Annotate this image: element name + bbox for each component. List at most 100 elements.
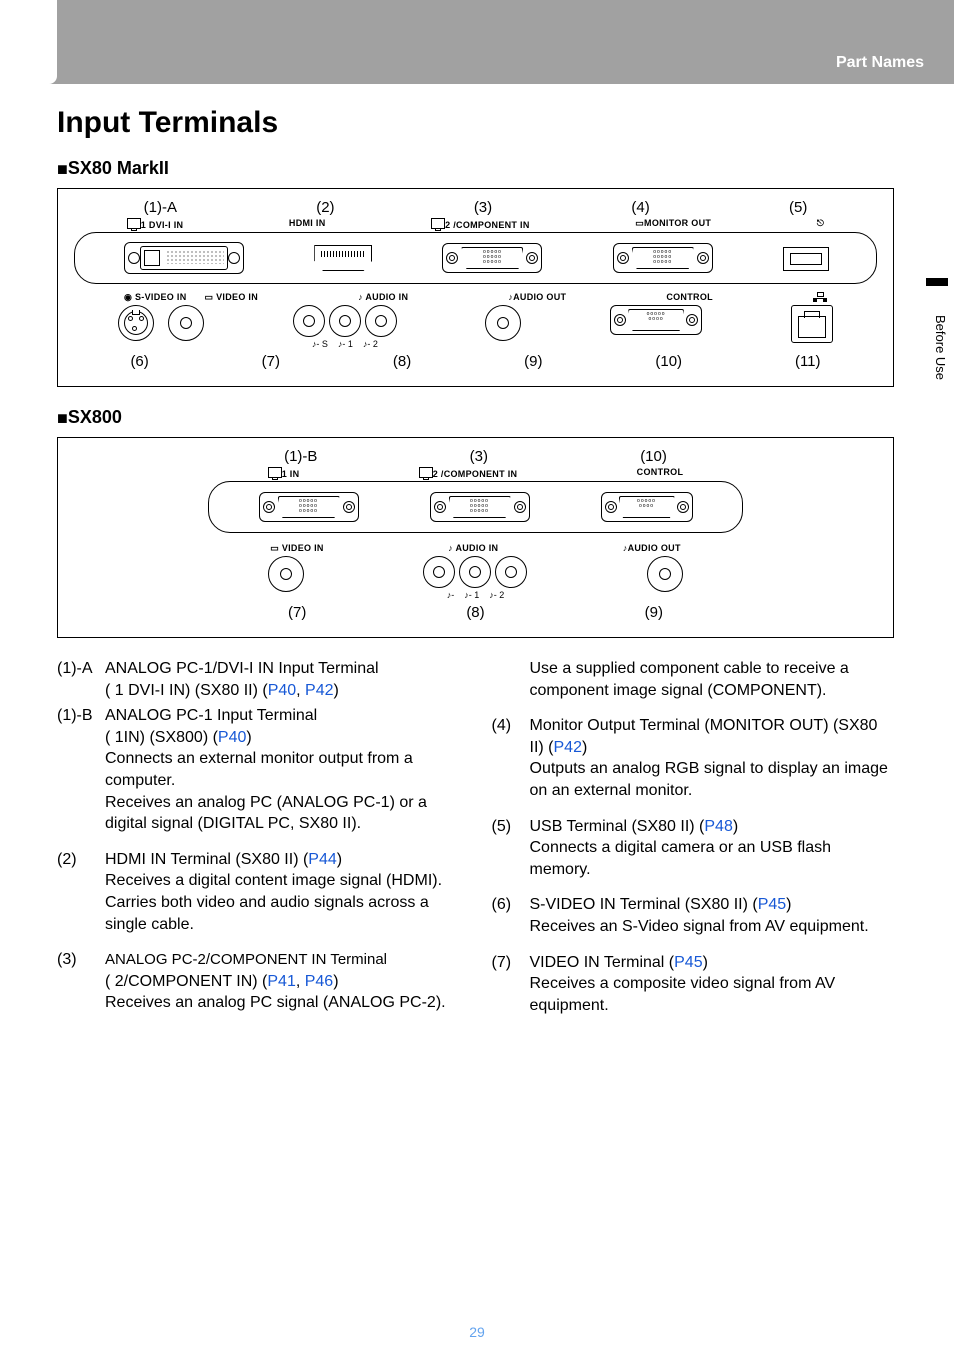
usb-icon: ⎋ (817, 218, 824, 230)
callout: (10) (640, 448, 667, 465)
desc-item-4: (4) Monitor Output Terminal (MONITOR OUT… (492, 715, 895, 801)
callout: (5) (789, 199, 807, 216)
descriptions: (1)-A ANALOG PC-1/DVI-I IN Input Termina… (57, 658, 894, 1030)
desc-item-6: (6) S-VIDEO IN Terminal (SX80 II) (P45) … (492, 894, 895, 937)
diagram-b-top-callouts: (1)-B (3) (10) (208, 448, 743, 465)
page-link[interactable]: P46 (305, 973, 333, 990)
port-label: AUDIO OUT (513, 292, 566, 302)
section-label: Part Names (836, 54, 924, 72)
rca-connector-icon (647, 556, 683, 592)
port-label: MONITOR OUT (644, 218, 711, 228)
port-label: 2 /COMPONENT IN (445, 220, 530, 230)
desc-item-1b: (1)-B ANALOG PC-1 Input Terminal ( 1IN) … (57, 705, 460, 835)
diagram-b-bottom-connectors: ♪-♪- 1♪- 2 (208, 556, 743, 600)
diagram-a-bottom-callouts: (6) (7) (8) (9) (10) (11) (74, 353, 877, 370)
monitor-icon (431, 218, 445, 229)
item-number: (2) (57, 849, 105, 871)
port-label: AUDIO IN (365, 292, 408, 302)
page: Part Names Before Use Input Terminals ■S… (0, 0, 954, 1352)
callout: (2) (316, 199, 334, 216)
dsub-connector-icon: ooooooooooooooo (613, 243, 713, 273)
port-label: HDMI IN (289, 218, 326, 230)
rca-triple-icon (293, 305, 397, 337)
callout: (10) (655, 353, 682, 370)
callout: (9) (645, 604, 663, 621)
model-a-name: SX80 MarkII (68, 158, 169, 178)
diagram-a-mid-port-labels: ◉ S-VIDEO IN▭ VIDEO IN ♪ AUDIO IN ♪AUDIO… (74, 292, 877, 303)
callout: (7) (262, 353, 280, 370)
port-label: CONTROL (637, 467, 684, 479)
diagram-b-mid-port-labels: ▭ VIDEO IN ♪ AUDIO IN ♪AUDIO OUT (208, 543, 743, 554)
page-link[interactable]: P42 (305, 682, 333, 699)
item-title: USB Terminal (SX80 II) (P48) (530, 816, 895, 838)
rca-connector-icon (268, 556, 304, 592)
callout: (11) (795, 353, 821, 370)
page-link[interactable]: P40 (218, 729, 246, 746)
page-number: 29 (0, 1324, 954, 1340)
svideo-connector-icon (118, 305, 154, 341)
desc-item-5: (5) USB Terminal (SX80 II) (P48) Connect… (492, 816, 895, 881)
item-number: (1)-B (57, 705, 105, 748)
item-number: (5) (492, 816, 530, 838)
port-label: 1 DVI-I IN (141, 220, 184, 230)
item-body: Receives an S-Video signal from AV equip… (530, 916, 895, 938)
model-b-name: SX800 (68, 407, 122, 427)
port-label: VIDEO IN (282, 543, 324, 553)
diagram-a-top-port-labels: 1 DVI-I IN HDMI IN 2 /COMPONENT IN ▭MONI… (74, 218, 877, 230)
item-body: Outputs an analog RGB signal to display … (530, 758, 895, 801)
port-label: VIDEO IN (216, 292, 258, 302)
item-body: Receives a composite video signal from A… (530, 973, 895, 1016)
monitor-icon (127, 218, 141, 229)
page-title: Input Terminals (57, 106, 894, 140)
item-body: Connects a digital camera or an USB flas… (530, 837, 895, 880)
subheading-model-a: ■SX80 MarkII (57, 158, 894, 180)
page-link[interactable]: P45 (674, 954, 702, 971)
callout: (4) (631, 199, 649, 216)
item-number: (7) (492, 952, 530, 974)
desc-item-2: (2) HDMI IN Terminal (SX80 II) (P44) Rec… (57, 849, 460, 935)
hdmi-connector-icon (314, 245, 372, 271)
usb-connector-icon (783, 247, 827, 269)
item-body: Receives an analog PC signal (ANALOG PC-… (105, 992, 460, 1014)
rca-connector-icon (485, 305, 521, 341)
network-icon (813, 292, 827, 302)
item-number: (6) (492, 894, 530, 916)
diagram-a-bottom-connectors: ♪- S♪- 1♪- 2 ooooooooo (74, 305, 877, 349)
item-number: (4) (492, 715, 530, 758)
diagram-a-top-callouts: (1)-A (2) (3) (4) (5) (74, 199, 877, 216)
callout: (3) (474, 199, 492, 216)
port-label: 1 IN (282, 469, 300, 479)
callout: (8) (466, 604, 484, 621)
callout: (6) (130, 353, 148, 370)
header-cutout (0, 0, 57, 84)
callout: (8) (393, 353, 411, 370)
callout: (9) (524, 353, 542, 370)
item-number: (3) (57, 949, 105, 992)
audio-in-sublabels: ♪- S♪- 1♪- 2 (312, 339, 378, 349)
desc-item-3-continued: Use a supplied component cable to receiv… (492, 658, 895, 701)
diagram-sx800: (1)-B (3) (10) 1 IN 2 /COMPONENT IN CONT… (57, 437, 894, 638)
desc-item-3: (3) ANALOG PC-2/COMPONENT IN Terminal ( … (57, 949, 460, 1014)
page-link[interactable]: P48 (704, 818, 732, 835)
diagram-b-top-port-labels: 1 IN 2 /COMPONENT IN CONTROL (208, 467, 743, 479)
right-column: Use a supplied component cable to receiv… (492, 658, 895, 1030)
dsub-connector-icon: ooooooooooooooo (259, 492, 359, 522)
item-body: Use a supplied component cable to receiv… (530, 658, 895, 701)
port-label: CONTROL (666, 292, 713, 303)
serial-connector-icon: ooooooooo (610, 305, 702, 335)
item-title: ANALOG PC-1/DVI-I IN Input Terminal ( 1 … (105, 658, 460, 701)
monitor-icon (268, 467, 282, 478)
item-title: HDMI IN Terminal (SX80 II) (P44) (105, 849, 460, 871)
page-link[interactable]: P41 (267, 973, 295, 990)
page-link[interactable]: P44 (308, 851, 336, 868)
subheading-model-b: ■SX800 (57, 407, 894, 429)
page-link[interactable]: P40 (268, 682, 296, 699)
item-title: Monitor Output Terminal (MONITOR OUT) (S… (530, 715, 895, 758)
item-title: ANALOG PC-2/COMPONENT IN Terminal ( 2/CO… (105, 949, 460, 992)
callout: (3) (470, 448, 488, 465)
header-band: Part Names (0, 0, 954, 84)
port-label: AUDIO IN (455, 543, 498, 553)
page-link[interactable]: P42 (554, 739, 582, 756)
page-link[interactable]: P45 (758, 896, 786, 913)
content: Input Terminals ■SX80 MarkII (1)-A (2) (… (57, 100, 894, 1312)
